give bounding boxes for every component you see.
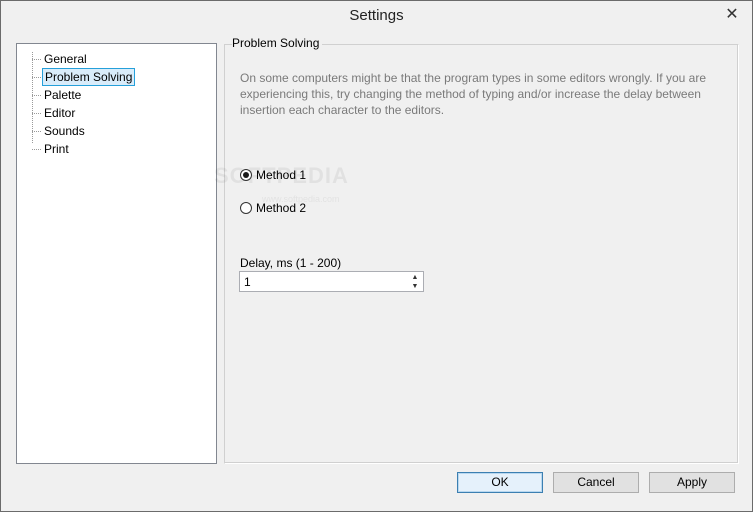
tree-item-print[interactable]: Print xyxy=(17,141,207,158)
groupbox-title: Problem Solving xyxy=(232,36,323,50)
tree-item-label[interactable]: Print xyxy=(42,141,71,157)
tree-item-label[interactable]: General xyxy=(42,51,89,67)
title-bar[interactable]: Settings ✕ xyxy=(1,1,752,32)
tree-item-label[interactable]: Sounds xyxy=(42,123,87,139)
problem-description: On some computers might be that the prog… xyxy=(240,71,706,117)
tree-item-label[interactable]: Editor xyxy=(42,105,77,121)
method-1-label[interactable]: Method 1 xyxy=(256,168,306,182)
tree-connector xyxy=(32,59,41,60)
radio-circle-icon[interactable] xyxy=(240,169,252,181)
cancel-button[interactable]: Cancel xyxy=(553,472,639,493)
tree-item-sounds[interactable]: Sounds xyxy=(17,123,207,140)
tree-item-palette[interactable]: Palette xyxy=(17,87,207,104)
delay-spinbox[interactable]: 1 ▲ ▼ xyxy=(239,271,424,292)
window-title: Settings xyxy=(349,7,404,24)
tree-item-label[interactable]: Problem Solving xyxy=(42,68,136,86)
method-1-radio[interactable]: Method 1 xyxy=(240,168,360,184)
delay-label: Delay, ms (1 - 200) xyxy=(240,256,342,270)
close-icon[interactable]: ✕ xyxy=(722,5,742,25)
chevron-down-icon[interactable]: ▼ xyxy=(409,282,421,291)
ok-button[interactable]: OK xyxy=(457,472,543,493)
tree-connector xyxy=(32,113,41,114)
chevron-up-icon[interactable]: ▲ xyxy=(409,273,421,282)
apply-button[interactable]: Apply xyxy=(649,472,735,493)
tree-item-problem-solving[interactable]: Problem Solving xyxy=(17,68,207,86)
radio-circle-icon[interactable] xyxy=(240,202,252,214)
tree-connector xyxy=(32,131,41,132)
tree-connector xyxy=(32,149,41,150)
method-2-radio[interactable]: Method 2 xyxy=(240,201,360,217)
tree-item-editor[interactable]: Editor xyxy=(17,105,207,122)
tree-connector xyxy=(32,95,41,96)
radio-selected-dot xyxy=(243,172,249,178)
tree-connector xyxy=(32,77,41,78)
tree-item-general[interactable]: General xyxy=(17,51,207,68)
tree-item-label[interactable]: Palette xyxy=(42,87,83,103)
delay-value[interactable]: 1 xyxy=(244,275,251,289)
method-2-label[interactable]: Method 2 xyxy=(256,201,306,215)
settings-tree[interactable]: General Problem Solving Palette Editor S… xyxy=(16,43,217,464)
